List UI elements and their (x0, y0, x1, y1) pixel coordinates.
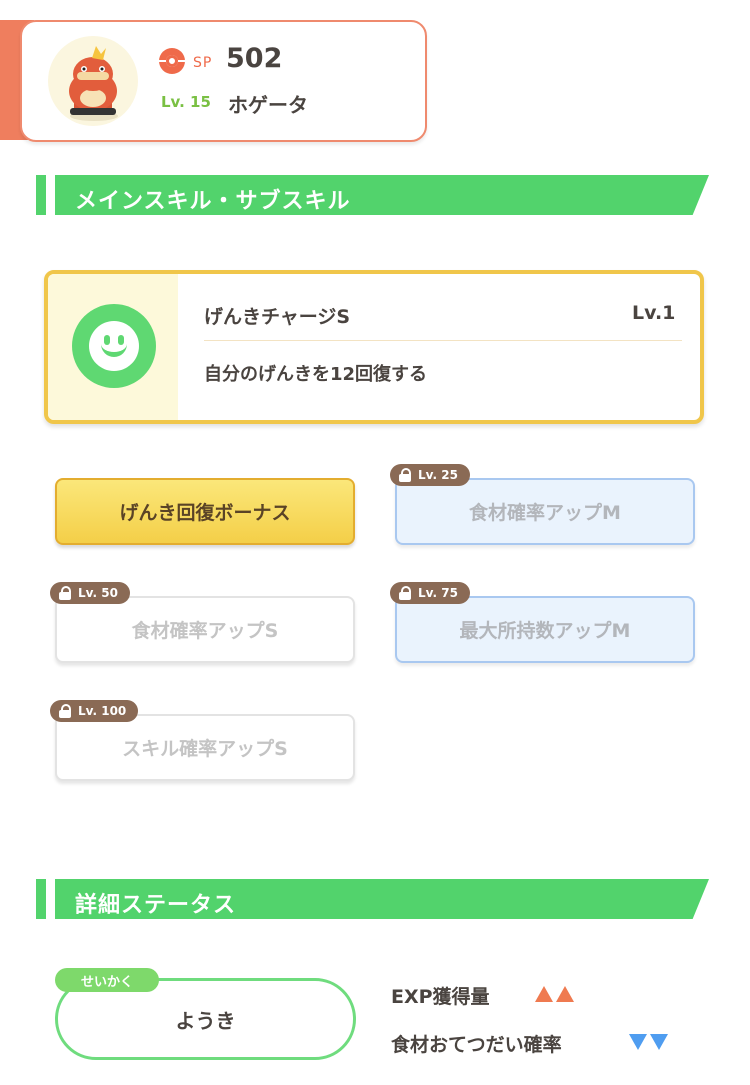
divider (204, 340, 682, 341)
pokeball-icon (159, 48, 185, 74)
lock-level-badge: Lv. 50 (50, 582, 130, 604)
sp-value: 502 (226, 43, 283, 74)
triangle-down-icon (629, 1034, 647, 1050)
nature-tag: せいかく (55, 968, 159, 992)
nature-down-stat: 食材おてつだい確率 (391, 1034, 562, 1056)
section-header-skills: メインスキル・サブスキル (55, 175, 709, 215)
sub-skill-label: げんき回復ボーナス (119, 502, 291, 524)
section-marker (36, 879, 46, 919)
pokemon-avatar (48, 36, 138, 126)
section-title: 詳細ステータス (75, 893, 237, 918)
fuecoco-icon (69, 46, 118, 121)
nature-up-stat: EXP獲得量 (391, 986, 490, 1008)
sub-skill-button[interactable]: 食材確率アップS (55, 596, 355, 663)
sub-skill-button[interactable]: げんき回復ボーナス (55, 478, 355, 545)
sub-skill-button[interactable]: 食材確率アップM (395, 478, 695, 545)
triangle-up-icon (556, 986, 574, 1002)
section-header-detail: 詳細ステータス (55, 879, 709, 919)
lock-level-badge: Lv. 100 (50, 700, 139, 722)
sub-skill-button[interactable]: スキル確率アップS (55, 714, 355, 781)
triangle-down-icon (650, 1034, 668, 1050)
section-title: メインスキル・サブスキル (75, 189, 351, 214)
down-arrows (629, 1034, 671, 1054)
sub-skill-label: スキル確率アップS (122, 738, 288, 760)
section-marker (36, 175, 46, 215)
sub-skill-label: 食材確率アップM (469, 502, 621, 524)
lock-icon (58, 704, 72, 718)
main-skill-description: 自分のげんきを12回復する (204, 364, 428, 385)
up-arrows (535, 986, 577, 1006)
sub-skill-label: 食材確率アップS (131, 620, 279, 642)
triangle-up-icon (535, 986, 553, 1002)
main-skill-card[interactable]: げんきチャージS Lv.1 自分のげんきを12回復する (44, 270, 704, 424)
pokemon-name: ホゲータ (228, 93, 308, 117)
lock-icon (398, 586, 412, 600)
sp-label: SP (193, 55, 213, 71)
lock-level-badge: Lv. 25 (390, 464, 470, 486)
main-skill-level: Lv.1 (632, 302, 676, 324)
sub-skill-label: 最大所持数アップM (459, 620, 631, 642)
nature-value: ようき (175, 1008, 236, 1033)
sub-skill-button[interactable]: 最大所持数アップM (395, 596, 695, 663)
pokemon-level: Lv. 15 (161, 93, 211, 111)
main-skill-name: げんきチャージS (204, 306, 351, 328)
lock-icon (398, 468, 412, 482)
smile-icon (72, 304, 156, 388)
lock-level-badge: Lv. 75 (390, 582, 470, 604)
lock-icon (58, 586, 72, 600)
